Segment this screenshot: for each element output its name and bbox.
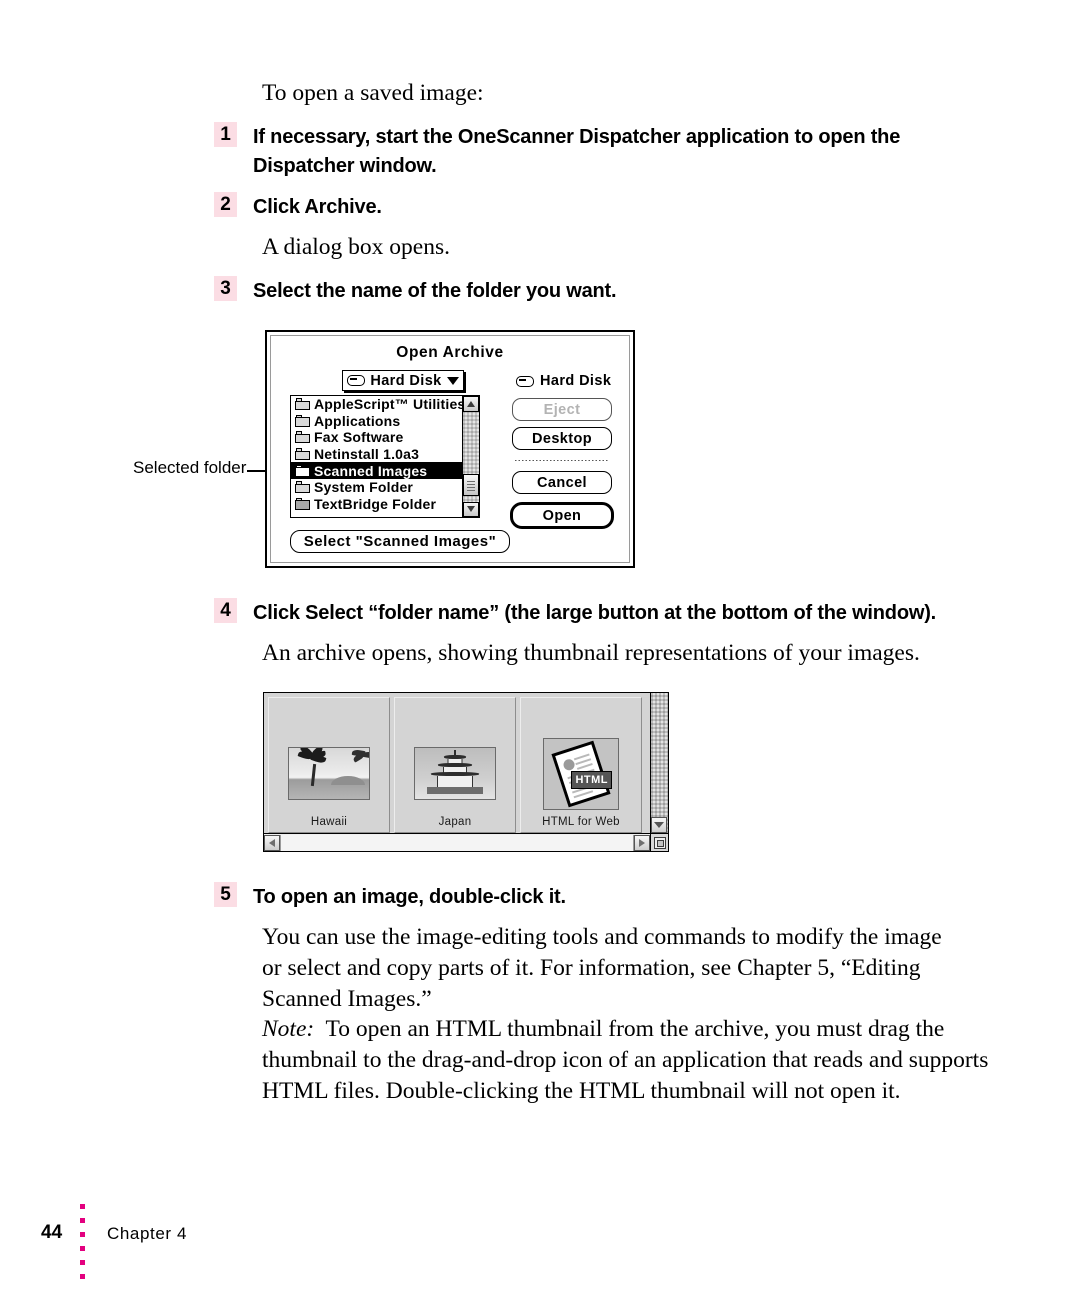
thumbnail-label: Japan	[438, 816, 472, 828]
scroll-right-arrow-icon[interactable]	[634, 834, 650, 851]
step-item-2: 2 Click Archive.	[214, 192, 914, 222]
step-number-4: 4	[214, 598, 237, 623]
footer-dot-divider	[80, 1204, 85, 1288]
dialog-title: Open Archive	[396, 344, 504, 361]
note-block: Note: To open an HTML thumbnail from the…	[262, 1014, 992, 1107]
thumbnail-image-html: HTML	[543, 738, 619, 810]
current-volume-label: Hard Disk	[516, 373, 611, 389]
step-number-1: 1	[214, 122, 237, 147]
note-label: Note:	[262, 1016, 315, 1042]
list-item[interactable]: Fax Software	[291, 429, 462, 446]
step-number-2: 2	[214, 192, 237, 217]
step-item-3: 3 Select the name of the folder you want…	[214, 276, 914, 306]
thumbnail-image-hawaii	[288, 747, 370, 800]
html-badge: HTML	[571, 771, 612, 789]
archive-opens-note: An archive opens, showing thumbnail repr…	[262, 640, 920, 666]
island-shape	[331, 776, 365, 785]
folder-icon	[295, 481, 310, 494]
step-item-1: 1 If necessary, start the OneScanner Dis…	[214, 122, 914, 181]
scroll-down-arrow-icon[interactable]	[651, 817, 667, 833]
open-button[interactable]: Open	[510, 502, 614, 529]
list-item[interactable]: Netinstall 1.0a3	[291, 446, 462, 463]
button-group-divider	[515, 460, 609, 461]
list-item-label: TextBridge Folder	[314, 495, 437, 512]
eject-button: Eject	[512, 398, 612, 421]
thumbnail-item[interactable]: Japan	[394, 697, 516, 833]
list-vertical-scrollbar[interactable]	[462, 396, 479, 517]
list-item-label: Netinstall 1.0a3	[314, 446, 420, 463]
thumbnail-image-japan	[414, 747, 496, 800]
list-item-label: AppleScript™ Utilities	[314, 396, 466, 413]
scroll-left-arrow-icon[interactable]	[264, 834, 280, 851]
folder-list-rows: AppleScript™ Utilities Applications Fax …	[291, 396, 466, 517]
note-text: To open an HTML thumbnail from the archi…	[262, 1016, 989, 1104]
open-archive-dialog: Open Archive Hard Disk Hard Disk AppleSc…	[265, 330, 635, 568]
thumbnail-label: Hawaii	[310, 816, 348, 828]
window-vertical-scrollbar[interactable]	[650, 693, 668, 833]
list-item[interactable]: TextBridge Folder	[291, 496, 462, 513]
archive-window: Hawaii Japan HTML HTML for Web	[263, 692, 669, 852]
volume-popup-menu[interactable]: Hard Disk	[342, 370, 464, 391]
list-item-label: Applications	[314, 412, 401, 429]
palm-tree-icon	[297, 748, 327, 787]
body-paragraph: You can use the image-editing tools and …	[262, 924, 942, 1012]
scroll-down-arrow-icon[interactable]	[463, 501, 479, 517]
cancel-button[interactable]: Cancel	[512, 471, 612, 494]
callout-selected-folder-label: Selected folder	[133, 458, 247, 477]
chevron-down-icon	[446, 376, 459, 385]
step-text-3: Select the name of the folder you want.	[253, 280, 617, 302]
step-text-1: If necessary, start the OneScanner Dispa…	[253, 126, 901, 177]
list-item-label: Scanned Images	[314, 462, 428, 479]
folder-list[interactable]: AppleScript™ Utilities Applications Fax …	[290, 395, 480, 518]
resize-grip-icon	[653, 836, 666, 849]
dialog-opens-note: A dialog box opens.	[262, 234, 450, 260]
step-number-5: 5	[214, 882, 237, 907]
hard-disk-icon	[347, 375, 366, 386]
thumbnail-grid: Hawaii Japan HTML HTML for Web	[264, 693, 650, 833]
select-folder-button[interactable]: Select "Scanned Images"	[290, 530, 510, 553]
window-resize-grip[interactable]	[650, 833, 668, 851]
volume-popup-label: Hard Disk	[370, 372, 442, 389]
list-item-selected[interactable]: Scanned Images	[291, 462, 462, 479]
scrollbar-thumb[interactable]	[463, 474, 479, 496]
window-horizontal-scrollbar[interactable]	[264, 833, 650, 851]
list-item[interactable]: System Folder	[291, 479, 462, 496]
document-page: To open a saved image: 1 If necessary, s…	[0, 0, 1080, 1296]
step-item-5: 5 To open an image, double-click it.	[214, 882, 914, 912]
list-item-label: System Folder	[314, 479, 414, 496]
thumbnail-item[interactable]: Hawaii	[268, 697, 390, 833]
horizontal-scroll-track[interactable]	[280, 834, 634, 851]
folder-icon	[295, 448, 310, 461]
list-item[interactable]: AppleScript™ Utilities	[291, 396, 466, 413]
scroll-up-arrow-icon[interactable]	[463, 396, 479, 412]
step-number-3: 3	[214, 276, 237, 301]
current-volume-text: Hard Disk	[540, 373, 612, 389]
page-number: 44	[41, 1222, 63, 1243]
thumbnail-item[interactable]: HTML HTML for Web	[520, 697, 642, 833]
palm-tree-icon-2	[348, 748, 369, 765]
list-item[interactable]: Applications	[291, 413, 462, 430]
desktop-button[interactable]: Desktop	[512, 427, 612, 450]
folder-icon	[295, 398, 310, 411]
hard-disk-icon-right	[516, 375, 534, 387]
page-title: To open a saved image:	[262, 80, 484, 106]
folder-icon	[295, 464, 310, 477]
thumbnail-label: HTML for Web	[542, 816, 620, 828]
step-text-2: Click Archive.	[253, 196, 382, 218]
list-item-label: Fax Software	[314, 429, 404, 446]
pagoda-shape	[427, 750, 483, 794]
footer-chapter-label: Chapter 4	[107, 1224, 188, 1243]
folder-icon	[295, 431, 310, 444]
step-text-4: Click Select “folder name” (the large bu…	[253, 602, 937, 624]
step-item-4: 4 Click Select “folder name” (the large …	[214, 598, 974, 628]
html-document-icon: HTML	[544, 739, 618, 809]
folder-icon	[295, 497, 310, 510]
folder-icon	[295, 414, 310, 427]
step-text-5: To open an image, double-click it.	[253, 886, 566, 908]
